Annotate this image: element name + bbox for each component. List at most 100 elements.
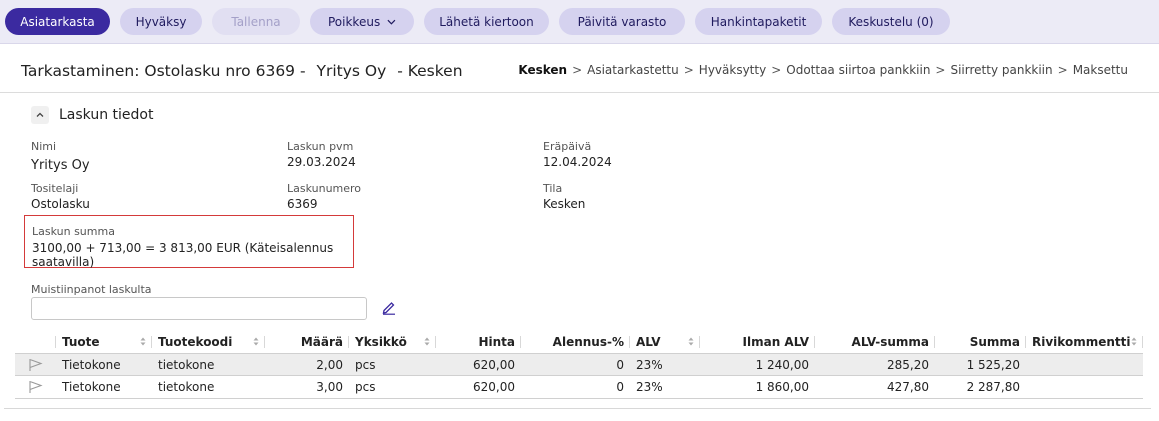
flag-icon[interactable] [28,380,43,394]
pencil-icon[interactable] [381,299,397,315]
cell-yksikko: pcs [355,380,376,394]
header-label: Hinta [478,334,515,349]
sort-icon [1131,337,1137,346]
cell-yksikko: pcs [355,357,376,372]
title-prefix: Tarkastaminen: Ostolasku nro 6369 - [21,62,306,80]
field-value: 12.04.2024 [543,155,612,169]
cell-summa: 2 287,80 [966,380,1020,394]
header-label: Yksikkö [355,334,407,349]
breadcrumb-step-siirretty: Siirretty pankkiin [950,63,1053,77]
field-label: Laskun pvm [287,140,354,153]
header-flag [15,330,56,353]
header-alv[interactable]: ALV [630,330,700,353]
field-tositelaji: Tositelaji Ostolasku [31,182,90,211]
field-erapaiva: Eräpäivä 12.04.2024 [543,140,612,169]
row-flag-cell[interactable] [15,376,56,398]
field-value: Ostolasku [31,197,90,211]
cell-hinta: 620,00 [473,357,515,372]
field-laskun-pvm: Laskun pvm 29.03.2024 [287,140,356,169]
cell-rivikommentti [1026,376,1143,398]
table-row[interactable]: Tietokone tietokone 2,00 pcs 620,00 0 23… [15,353,1143,376]
cell-alv: 23% [636,380,663,394]
header-maara[interactable]: Määrä [265,330,349,353]
row-flag-cell[interactable] [15,354,56,375]
sort-icon [424,337,430,346]
header-label: ALV [636,334,661,349]
asiatarkasta-button[interactable]: Asiatarkasta [5,8,110,35]
header-label: Määrä [300,334,343,349]
cell-ilman-alv: 1 240,00 [755,357,809,372]
field-label: Tositelaji [31,182,79,195]
page-header: Tarkastaminen: Ostolasku nro 6369 - Yrit… [0,45,1159,93]
cell-rivikommentti [1026,354,1143,375]
header-alennus[interactable]: Alennus-% [521,330,630,353]
header-hinta[interactable]: Hinta [436,330,521,353]
header-label: Ilman ALV [742,334,809,349]
field-label: Laskun summa [32,225,115,238]
breadcrumb-sep: > [771,63,782,77]
field-value: Yritys Oy [31,158,90,173]
tallenna-button[interactable]: Tallenna [212,8,300,35]
action-toolbar: Asiatarkasta Hyväksy Tallenna Poikkeus L… [0,0,1159,44]
header-label: Rivikommentti [1032,334,1131,349]
section-title: Laskun tiedot [59,107,154,123]
breadcrumb-sep: > [572,63,583,77]
hankintapaketit-button[interactable]: Hankintapaketit [695,8,822,35]
field-tila: Tila Kesken [543,182,585,211]
cell-tuote: Tietokone [62,380,121,394]
keskustelu-button[interactable]: Keskustelu (0) [832,8,950,35]
breadcrumb-step-hyvaksytty: Hyväksytty [698,63,767,77]
notes-input[interactable] [31,297,367,320]
cell-alennus: 0 [616,380,624,394]
sort-icon [688,337,694,346]
status-breadcrumb: Kesken > Asiatarkastettu > Hyväksytty > … [518,63,1128,77]
breadcrumb-step-kesken: Kesken [518,63,568,77]
flag-icon[interactable] [28,358,43,372]
cell-tuotekoodi: tietokone [158,380,215,394]
breadcrumb-step-maksettu: Maksettu [1072,63,1128,77]
field-label: Nimi [31,140,57,153]
header-yksikko[interactable]: Yksikkö [349,330,436,353]
laskun-tiedot-section-header: Laskun tiedot [31,106,153,124]
sort-icon [140,337,146,346]
field-value: 3100,00 + 713,00 = 3 813,00 EUR (Käteisa… [32,241,334,269]
chevron-up-icon [36,112,44,117]
field-value: 6369 [287,197,318,211]
hyvaksy-button[interactable]: Hyväksy [120,8,202,35]
chevron-down-icon [387,19,396,25]
collapse-button[interactable] [31,106,49,124]
paivita-varasto-button[interactable]: Päivitä varasto [559,8,685,35]
header-alv-summa[interactable]: ALV-summa [815,330,935,353]
cell-alv-summa: 427,80 [887,380,929,394]
title-company: Yritys Oy [316,62,387,80]
cell-maara: 2,00 [316,357,343,372]
cell-summa: 1 525,20 [966,357,1020,372]
table-header: Tuote Tuotekoodi Määrä Yksikkö Hinta Ale… [15,330,1143,353]
field-label: Laskunumero [287,182,362,195]
field-nimi: Nimi Yritys Oy [31,140,90,173]
header-ilman-alv[interactable]: Ilman ALV [700,330,815,353]
table-row[interactable]: Tietokone tietokone 3,00 pcs 620,00 0 23… [15,376,1143,399]
breadcrumb-step-odottaa: Odottaa siirtoa pankkiin [786,63,931,77]
header-summa[interactable]: Summa [935,330,1026,353]
header-label: ALV-summa [851,334,929,349]
laheta-kiertoon-button[interactable]: Lähetä kiertoon [424,8,549,35]
header-rivikommentti[interactable]: Rivikommentti [1026,330,1143,353]
field-label: Tila [543,182,563,195]
field-value: Kesken [543,197,586,211]
poikkeus-dropdown-button[interactable]: Poikkeus [310,8,414,35]
field-label: Eräpäivä [543,140,592,153]
breadcrumb-sep: > [935,63,946,77]
header-label: Tuotekoodi [158,334,233,349]
breadcrumb-sep: > [683,63,694,77]
header-tuote[interactable]: Tuote [56,330,152,353]
cell-tuotekoodi: tietokone [158,357,215,372]
cell-alv-summa: 285,20 [887,357,929,372]
header-label: Alennus-% [552,334,624,349]
cell-ilman-alv: 1 860,00 [755,380,809,394]
cell-maara: 3,00 [316,380,343,394]
cell-alv: 23% [636,357,663,372]
header-tuotekoodi[interactable]: Tuotekoodi [152,330,265,353]
sort-icon [253,337,259,346]
cell-tuote: Tietokone [62,357,121,372]
